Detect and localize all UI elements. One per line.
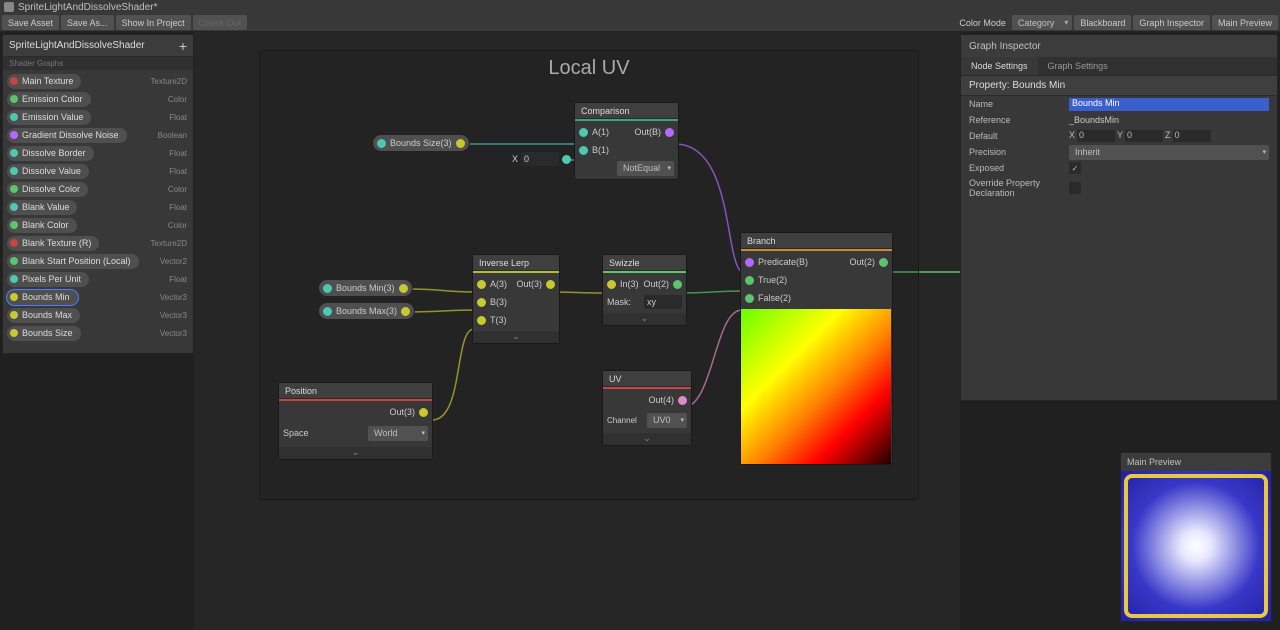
node-title: Branch bbox=[741, 233, 892, 249]
chip-bounds-min[interactable]: Bounds Min(3) bbox=[318, 279, 413, 297]
node-title: Position bbox=[279, 383, 432, 399]
property-item[interactable]: Pixels Per UnitFloat bbox=[5, 270, 191, 288]
node-title: Swizzle bbox=[603, 255, 686, 271]
graph-inspector-toggle[interactable]: Graph Inspector bbox=[1133, 15, 1210, 30]
collapse-toggle[interactable]: ⌄ bbox=[603, 313, 686, 325]
title-bar: SpriteLightAndDissolveShader* bbox=[0, 0, 1280, 14]
show-in-project-button[interactable]: Show In Project bbox=[116, 15, 191, 30]
doc-title: SpriteLightAndDissolveShader* bbox=[18, 2, 158, 13]
reference-value: _BoundsMin bbox=[1069, 115, 1269, 125]
chip-bounds-max[interactable]: Bounds Max(3) bbox=[318, 302, 415, 320]
main-preview-toggle[interactable]: Main Preview bbox=[1212, 15, 1278, 30]
node-title: Comparison bbox=[575, 103, 678, 119]
property-item[interactable]: Emission ValueFloat bbox=[5, 108, 191, 126]
property-item[interactable]: Emission ColorColor bbox=[5, 90, 191, 108]
precision-dropdown[interactable]: Inherit bbox=[1069, 145, 1269, 160]
node-uv[interactable]: UV Out(4) ChannelUV0 ⌄ bbox=[602, 370, 692, 446]
node-position[interactable]: Position Out(3) SpaceWorld ⌄ bbox=[278, 382, 433, 460]
inspector-title: Graph Inspector bbox=[961, 35, 1277, 57]
node-title: Inverse Lerp bbox=[473, 255, 559, 271]
blackboard-title: SpriteLightAndDissolveShader bbox=[9, 40, 179, 51]
graph-inspector-panel: Graph Inspector Node Settings Graph Sett… bbox=[960, 34, 1278, 401]
node-swizzle[interactable]: Swizzle In(3)Out(2) Mask:xy ⌄ bbox=[602, 254, 687, 326]
blackboard-panel: SpriteLightAndDissolveShader + Shader Gr… bbox=[2, 34, 194, 354]
comparison-x-field[interactable]: X 0 bbox=[512, 152, 571, 166]
port-in[interactable] bbox=[377, 139, 386, 148]
property-item[interactable]: Main TextureTexture2D bbox=[5, 72, 191, 90]
exposed-checkbox[interactable]: ✓ bbox=[1069, 162, 1081, 174]
port-out[interactable] bbox=[456, 139, 465, 148]
property-item[interactable]: Dissolve BorderFloat bbox=[5, 144, 191, 162]
property-item[interactable]: Bounds MaxVector3 bbox=[5, 306, 191, 324]
node-branch[interactable]: Branch Predicate(B)Out(2) True(2) False(… bbox=[740, 232, 893, 465]
port-out[interactable] bbox=[665, 128, 674, 137]
group-title: Local UV bbox=[260, 51, 918, 86]
port-a[interactable] bbox=[579, 128, 588, 137]
node-inverse-lerp[interactable]: Inverse Lerp A(3)Out(3) B(3) T(3) ⌄ bbox=[472, 254, 560, 344]
property-item[interactable]: Dissolve ValueFloat bbox=[5, 162, 191, 180]
port-in[interactable] bbox=[323, 307, 332, 316]
collapse-toggle[interactable]: ⌄ bbox=[473, 331, 559, 343]
port-out[interactable] bbox=[401, 307, 410, 316]
port-in[interactable] bbox=[323, 284, 332, 293]
comparison-mode-dropdown[interactable]: NotEqual bbox=[617, 161, 674, 176]
add-property-button[interactable]: + bbox=[179, 38, 187, 54]
property-item[interactable]: Blank Start Position (Local)Vector2 bbox=[5, 252, 191, 270]
main-preview-panel[interactable]: Main Preview bbox=[1120, 452, 1272, 622]
color-mode-label: Color Mode bbox=[955, 18, 1010, 28]
check-out-button: Check Out bbox=[193, 15, 248, 30]
mask-field[interactable]: xy bbox=[644, 295, 682, 309]
property-item[interactable]: Blank Texture (R)Texture2D bbox=[5, 234, 191, 252]
save-as-button[interactable]: Save As... bbox=[61, 15, 114, 30]
chip-bounds-size[interactable]: Bounds Size(3) bbox=[372, 134, 470, 152]
property-item[interactable]: Dissolve ColorColor bbox=[5, 180, 191, 198]
property-item[interactable]: Gradient Dissolve NoiseBoolean bbox=[5, 126, 191, 144]
color-mode-dropdown[interactable]: Category bbox=[1012, 15, 1073, 30]
collapse-toggle[interactable]: ⌄ bbox=[279, 447, 432, 459]
unity-icon bbox=[4, 2, 14, 12]
property-item[interactable]: Blank ValueFloat bbox=[5, 198, 191, 216]
property-item[interactable]: Bounds SizeVector3 bbox=[5, 324, 191, 342]
channel-dropdown[interactable]: UV0 bbox=[647, 413, 687, 428]
collapse-toggle[interactable]: ⌄ bbox=[603, 433, 691, 445]
node-title: UV bbox=[603, 371, 691, 387]
override-checkbox[interactable] bbox=[1069, 182, 1081, 194]
toolbar: Save Asset Save As... Show In Project Ch… bbox=[0, 14, 1280, 32]
tab-graph-settings[interactable]: Graph Settings bbox=[1038, 57, 1118, 75]
blackboard-subtitle: Shader Graphs bbox=[3, 57, 193, 70]
node-comparison[interactable]: Comparison A(1) Out(B) B(1) NotEqual bbox=[574, 102, 679, 180]
space-dropdown[interactable]: World bbox=[368, 426, 428, 441]
property-item[interactable]: Bounds MinVector3 bbox=[5, 288, 191, 306]
blackboard-toggle[interactable]: Blackboard bbox=[1074, 15, 1131, 30]
tab-node-settings[interactable]: Node Settings bbox=[961, 57, 1038, 75]
node-preview bbox=[741, 309, 891, 464]
graph-canvas[interactable]: Local UV Bounds Size(3) Bounds Min(3) Bo… bbox=[194, 32, 960, 630]
default-vector3[interactable]: X0 Y0 Z0 bbox=[1069, 130, 1269, 142]
property-list[interactable]: Main TextureTexture2DEmission ColorColor… bbox=[3, 70, 193, 353]
port-out[interactable] bbox=[399, 284, 408, 293]
save-asset-button[interactable]: Save Asset bbox=[2, 15, 59, 30]
inspector-section: Property: Bounds Min bbox=[961, 76, 1277, 96]
main-preview-image bbox=[1121, 471, 1271, 621]
port-b[interactable] bbox=[579, 146, 588, 155]
property-item[interactable]: Blank ColorColor bbox=[5, 216, 191, 234]
name-field[interactable]: Bounds Min bbox=[1069, 98, 1269, 111]
main-preview-title: Main Preview bbox=[1121, 453, 1271, 471]
